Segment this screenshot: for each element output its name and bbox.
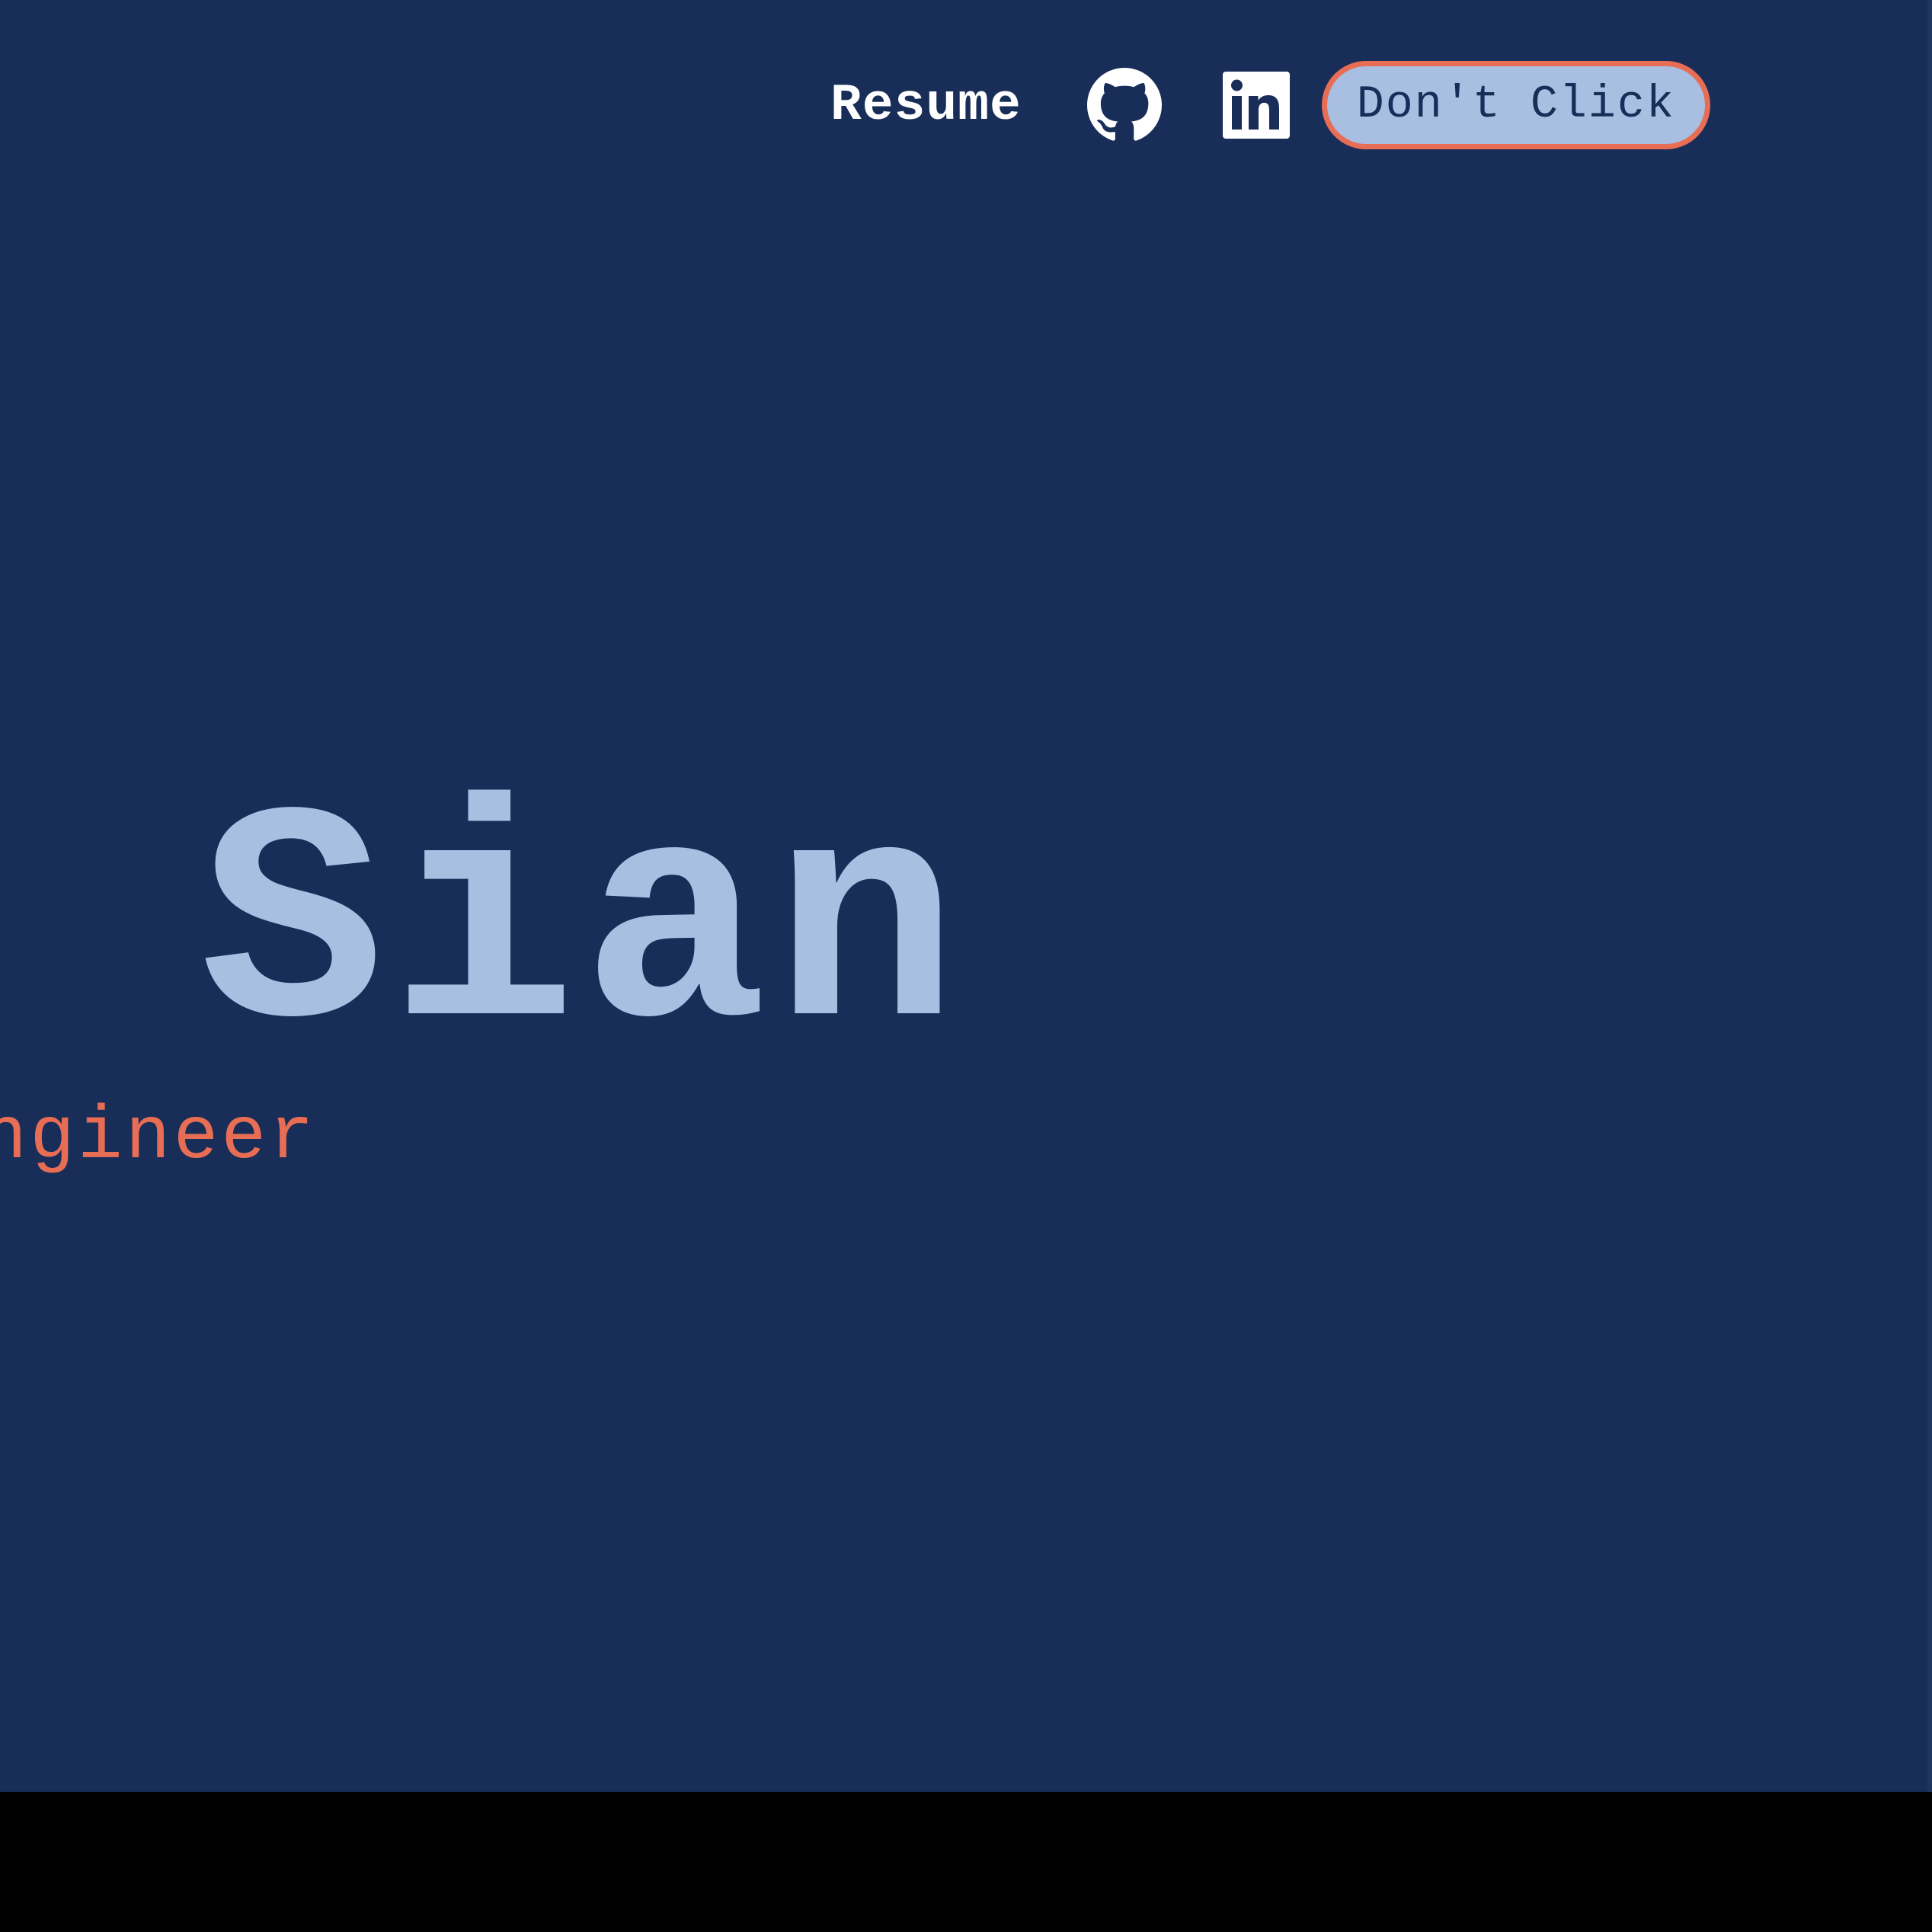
linkedin-icon bbox=[1222, 72, 1290, 139]
github-link[interactable] bbox=[1086, 68, 1162, 142]
resume-link[interactable]: Resume bbox=[830, 76, 1022, 135]
bottom-black-bar bbox=[0, 1792, 1932, 1932]
page: Resume Don't Click Sian ngineer bbox=[0, 0, 1932, 1792]
linkedin-link[interactable] bbox=[1222, 72, 1290, 139]
hero-title: ngineer bbox=[0, 1096, 317, 1180]
top-nav: Resume Don't Click bbox=[830, 61, 1710, 149]
dont-click-button[interactable]: Don't Click bbox=[1321, 61, 1710, 149]
github-icon bbox=[1086, 68, 1162, 141]
hero-name: Sian bbox=[200, 756, 965, 1106]
scroll-edge bbox=[1927, 0, 1932, 1792]
